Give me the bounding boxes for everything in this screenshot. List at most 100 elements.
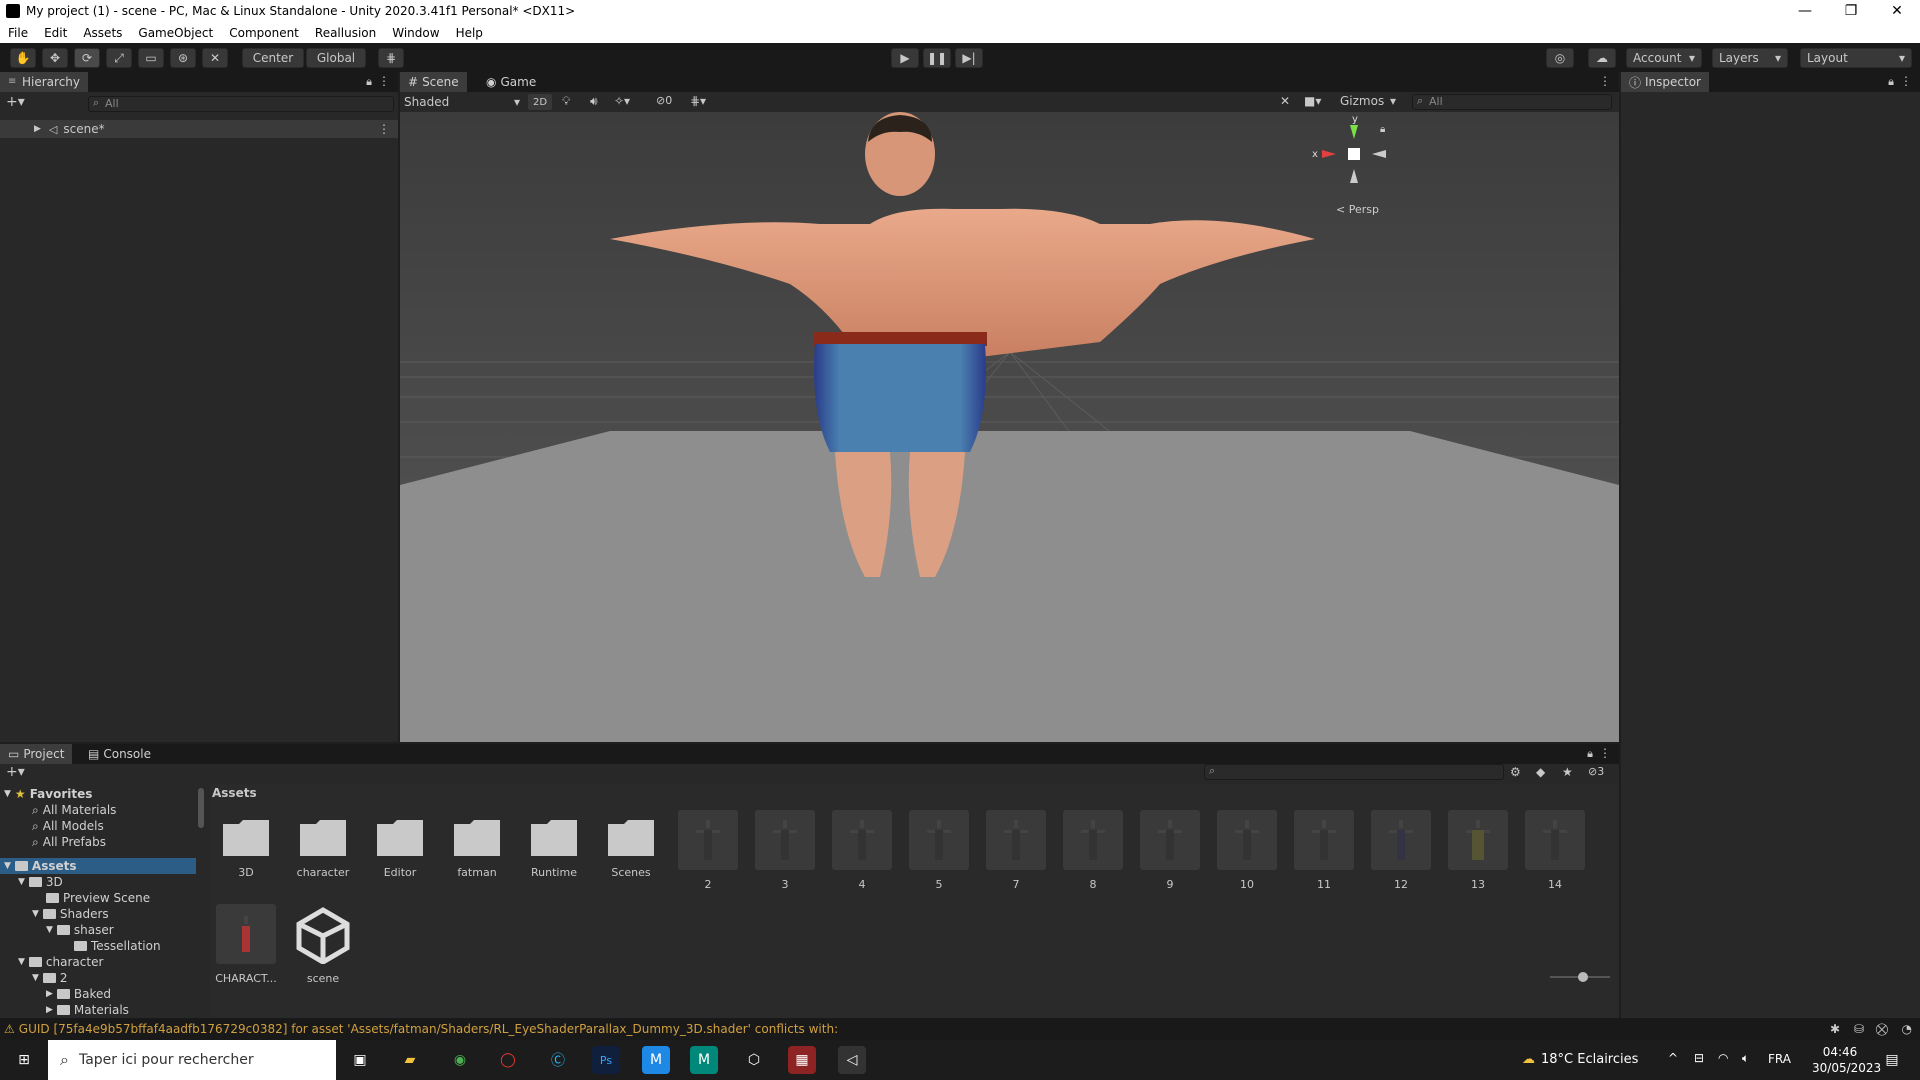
project-search-input[interactable] bbox=[1204, 764, 1504, 780]
step-button[interactable]: ▶| bbox=[955, 48, 983, 68]
2d-toggle[interactable]: 2D bbox=[528, 94, 552, 110]
account-dropdown[interactable]: Account ▾ bbox=[1626, 48, 1702, 68]
folder-item[interactable]: Scenes bbox=[597, 818, 665, 879]
search-by-type-icon[interactable]: ⚙︎ bbox=[1510, 765, 1521, 779]
menu-help[interactable]: Help bbox=[448, 26, 491, 40]
folder-item[interactable]: 3D bbox=[212, 818, 280, 879]
model-item[interactable]: 3 bbox=[751, 810, 819, 891]
minimize-button[interactable]: — bbox=[1782, 0, 1828, 22]
add-button[interactable]: +▾ bbox=[6, 94, 25, 110]
audio-icon[interactable]: 🔊︎ bbox=[590, 94, 598, 109]
lock-icon[interactable]: 🔒︎ bbox=[1888, 75, 1894, 89]
model-item[interactable]: 11 bbox=[1290, 810, 1358, 891]
menu-edit[interactable]: Edit bbox=[36, 26, 75, 40]
photoshop-icon[interactable]: Ps bbox=[592, 1046, 620, 1074]
rotate-tool-icon[interactable]: ⟳ bbox=[74, 48, 100, 68]
winrar-icon[interactable]: ▦ bbox=[788, 1046, 816, 1074]
model-item[interactable]: 8 bbox=[1059, 810, 1127, 891]
gizmos-dropdown[interactable]: Gizmos ▾ bbox=[1340, 94, 1396, 108]
unity-hub-icon[interactable]: ⬡ bbox=[740, 1046, 768, 1074]
lock-icon[interactable]: 🔒︎ bbox=[366, 75, 372, 89]
panel-menu-icon[interactable]: ⋮ bbox=[378, 74, 390, 88]
favorites-header[interactable]: ▼ ★ Favorites bbox=[4, 786, 92, 802]
tab-project[interactable]: ▭ Project bbox=[0, 744, 73, 764]
close-button[interactable]: ✕ bbox=[1874, 0, 1920, 22]
maya-icon[interactable]: M bbox=[642, 1046, 670, 1074]
notifications-icon[interactable]: ▤ bbox=[1878, 1046, 1906, 1074]
taskbar-search-input[interactable]: ⌕ Taper ici pour rechercher bbox=[48, 1040, 336, 1080]
model-item[interactable]: 5 bbox=[905, 810, 973, 891]
custom-tool-icon[interactable]: ✕ bbox=[202, 48, 228, 68]
layout-dropdown[interactable]: Layout ▾ bbox=[1800, 48, 1912, 68]
task-view-icon[interactable]: ▣ bbox=[346, 1046, 374, 1074]
tree-item[interactable]: ▼ 3D bbox=[18, 874, 63, 890]
scene-search-input[interactable]: All bbox=[1412, 94, 1612, 110]
model-item[interactable]: 12 bbox=[1367, 810, 1435, 891]
progress-icon[interactable]: ◔ bbox=[1902, 1022, 1912, 1036]
create-asset-button[interactable]: +▾ bbox=[6, 764, 25, 780]
perspective-label[interactable]: < Persp bbox=[1336, 203, 1379, 216]
favorite-star-icon[interactable]: ★ bbox=[1562, 765, 1573, 779]
scale-tool-icon[interactable]: ⤢ bbox=[106, 48, 132, 68]
model-item[interactable]: 7 bbox=[982, 810, 1050, 891]
hand-tool-icon[interactable]: ✋ bbox=[10, 48, 36, 68]
wifi-icon[interactable]: ◠ bbox=[1718, 1051, 1728, 1065]
hidden-objects-icon[interactable]: ⊘0 bbox=[656, 94, 672, 107]
hierarchy-row-scene[interactable]: ▶ ◁ scene* ⋮ bbox=[0, 120, 398, 138]
tab-console[interactable]: ▤ Console bbox=[80, 744, 159, 764]
tree-item[interactable]: Preview Scene bbox=[46, 890, 150, 906]
play-button[interactable]: ▶ bbox=[891, 48, 919, 68]
status-bar[interactable]: ⚠ GUID [75fa4e9b57bffaf4aadfb176729c0382… bbox=[0, 1018, 1920, 1040]
tree-item[interactable]: ▼ character bbox=[18, 954, 103, 970]
folder-item[interactable]: character bbox=[289, 818, 357, 879]
collab-icon[interactable]: ◎ bbox=[1546, 48, 1574, 68]
pause-button[interactable]: ❚❚ bbox=[923, 48, 951, 68]
hierarchy-search-input[interactable]: All bbox=[88, 96, 394, 112]
tree-item[interactable]: Tessellation bbox=[74, 938, 161, 954]
tab-inspector[interactable]: ⓘ Inspector bbox=[1621, 72, 1709, 92]
menu-file[interactable]: File bbox=[0, 26, 36, 40]
grid-snap-icon[interactable]: ⋕ bbox=[378, 48, 404, 68]
model-item[interactable]: 10 bbox=[1213, 810, 1281, 891]
search-by-label-icon[interactable]: ◆ bbox=[1536, 765, 1545, 779]
model-item[interactable]: 14 bbox=[1521, 810, 1589, 891]
breadcrumb[interactable]: Assets bbox=[212, 786, 257, 800]
hidden-packages-icon[interactable]: ⊘3 bbox=[1588, 765, 1604, 778]
scene-viewport[interactable]: y x < Persp 🔒︎ bbox=[400, 112, 1619, 742]
grid-toggle-icon[interactable]: ⋕▾ bbox=[690, 94, 706, 108]
favorite-item[interactable]: ⌕ All Prefabs bbox=[32, 834, 106, 850]
tab-game[interactable]: ◉ Game bbox=[478, 72, 544, 92]
camera-icon[interactable]: ■▾ bbox=[1304, 94, 1321, 108]
tree-item[interactable]: ▼ Shaders bbox=[32, 906, 109, 922]
tree-item-assets[interactable]: ▼ Assets bbox=[0, 858, 196, 874]
folder-item[interactable]: Runtime bbox=[520, 818, 588, 879]
chevron-up-icon[interactable]: ^ bbox=[1668, 1051, 1678, 1065]
usb-icon[interactable]: ⊟ bbox=[1694, 1051, 1704, 1065]
tools-icon[interactable]: ✕ bbox=[1280, 94, 1290, 108]
unity-editor-icon[interactable]: ◁ bbox=[838, 1046, 866, 1074]
ccleaner-icon[interactable]: Ⓒ bbox=[544, 1046, 572, 1074]
pivot-global-button[interactable]: Global bbox=[306, 48, 366, 68]
menu-component[interactable]: Component bbox=[221, 26, 307, 40]
shading-mode-dropdown[interactable]: Shaded ▾ bbox=[404, 94, 520, 110]
panel-menu-icon[interactable]: ⋮ bbox=[1599, 746, 1611, 760]
folder-item[interactable]: Editor bbox=[366, 818, 434, 879]
expand-arrow-icon[interactable]: ▶ bbox=[34, 124, 41, 134]
chrome-icon[interactable]: ◉ bbox=[446, 1046, 474, 1074]
cache-icon[interactable]: ⛁ bbox=[1854, 1022, 1864, 1036]
menu-reallusion[interactable]: Reallusion bbox=[307, 26, 384, 40]
menu-window[interactable]: Window bbox=[384, 26, 447, 40]
maximize-button[interactable]: ❐ bbox=[1828, 0, 1874, 22]
tree-scrollbar[interactable] bbox=[198, 788, 204, 828]
cloud-icon[interactable]: ☁ bbox=[1588, 48, 1616, 68]
zoom-slider-handle[interactable] bbox=[1578, 972, 1588, 982]
effects-icon[interactable]: ✧▾ bbox=[614, 94, 630, 108]
opera-icon[interactable]: ◯ bbox=[494, 1046, 522, 1074]
volume-icon[interactable]: 🔈︎ bbox=[1742, 1051, 1749, 1066]
menu-gameobject[interactable]: GameObject bbox=[130, 26, 221, 40]
model-item[interactable]: 9 bbox=[1136, 810, 1204, 891]
model-item[interactable]: 4 bbox=[828, 810, 896, 891]
tree-item[interactable]: ▼ 2 bbox=[32, 970, 68, 986]
clock[interactable]: 04:46 30/05/2023 bbox=[1812, 1044, 1881, 1076]
pivot-center-button[interactable]: Center bbox=[242, 48, 304, 68]
